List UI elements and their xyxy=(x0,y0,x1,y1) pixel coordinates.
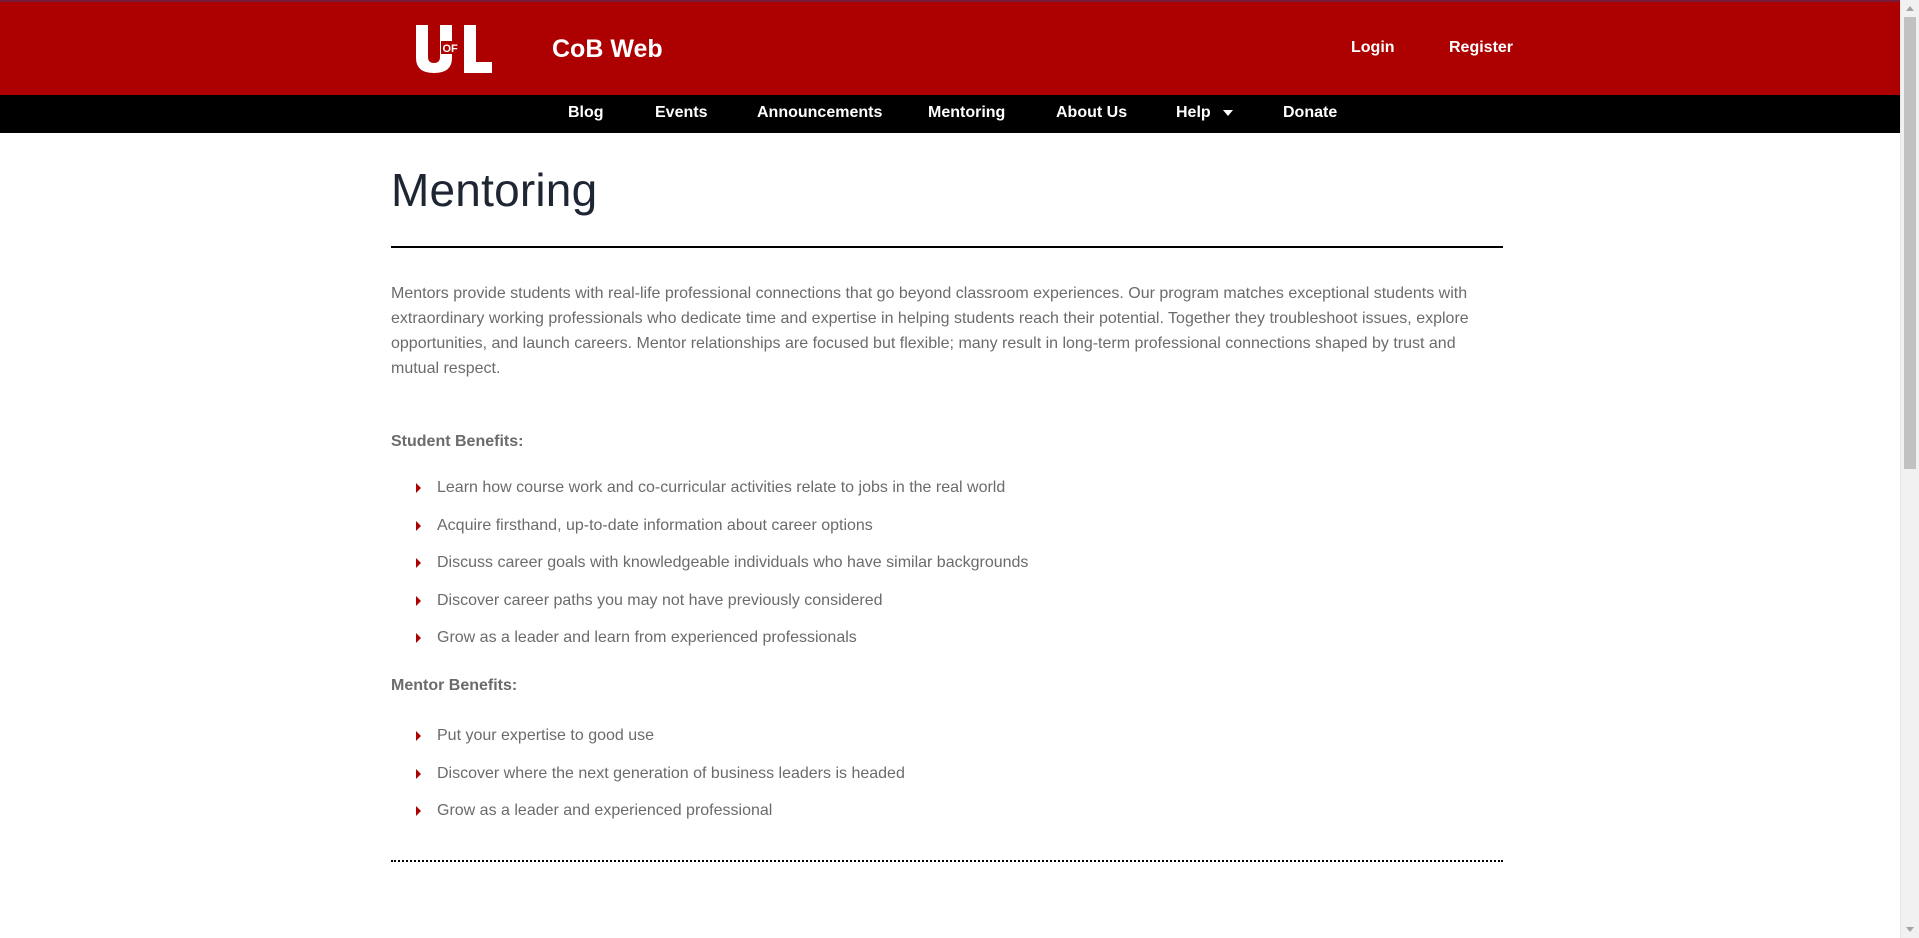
caret-right-icon xyxy=(416,731,421,741)
list-item: Acquire firsthand, up-to-date informatio… xyxy=(416,516,1416,554)
caret-down-icon xyxy=(1222,109,1233,116)
caret-right-icon xyxy=(416,520,421,531)
list-item-text: Grow as a leader and experienced profess… xyxy=(437,802,773,819)
site-header: OF CoB Web Login Register xyxy=(0,0,1900,95)
nav-item-blog[interactable]: Blog xyxy=(568,104,604,122)
caret-right-icon xyxy=(416,768,421,779)
mentor-benefits-list: Put your expertise to good use Discover … xyxy=(416,726,1416,839)
list-item: Grow as a leader and experienced profess… xyxy=(416,801,1416,839)
list-item-text: Discover where the next generation of bu… xyxy=(437,764,905,782)
caret-right-icon xyxy=(416,558,421,568)
scroll-up-arrow-icon[interactable] xyxy=(1906,6,1914,11)
intro-paragraph: Mentors provide students with real-life … xyxy=(391,285,1469,377)
vertical-scrollbar[interactable] xyxy=(1900,0,1919,938)
list-item-text: Learn how course work and co-curricular … xyxy=(437,479,1006,496)
list-item: Learn how course work and co-curricular … xyxy=(416,478,1416,516)
scroll-down-arrow-icon[interactable] xyxy=(1906,927,1914,932)
caret-right-icon xyxy=(416,483,421,493)
list-item: Discuss career goals with knowledgeable … xyxy=(416,553,1416,591)
nav-item-about-us[interactable]: About Us xyxy=(1056,104,1127,122)
student-benefits-list: Learn how course work and co-curricular … xyxy=(416,478,1416,666)
caret-right-icon xyxy=(416,633,421,643)
list-item-text: Grow as a leader and learn from experien… xyxy=(437,629,857,646)
nav-item-donate[interactable]: Donate xyxy=(1283,104,1337,122)
list-item: Grow as a leader and learn from experien… xyxy=(416,628,1416,666)
uofl-logo-icon: OF xyxy=(416,25,492,73)
svg-text:OF: OF xyxy=(443,43,459,55)
register-link[interactable]: Register xyxy=(1449,39,1513,57)
list-item-text: Acquire firsthand, up-to-date informatio… xyxy=(437,516,873,534)
section-divider xyxy=(391,860,1503,862)
page-title: Mentoring xyxy=(391,164,598,216)
login-link[interactable]: Login xyxy=(1351,39,1395,57)
student-benefits-heading: Student Benefits: xyxy=(391,433,524,450)
nav-item-announcements[interactable]: Announcements xyxy=(757,104,882,122)
nav-item-help-label: Help xyxy=(1176,104,1211,121)
nav-item-events[interactable]: Events xyxy=(655,104,707,122)
list-item: Discover career paths you may not have p… xyxy=(416,591,1416,629)
list-item-text: Put your expertise to good use xyxy=(437,727,655,744)
site-title[interactable]: CoB Web xyxy=(552,35,663,64)
list-item-text: Discuss career goals with knowledgeable … xyxy=(437,554,1029,571)
nav-item-help[interactable]: Help xyxy=(1176,104,1233,122)
scrollbar-thumb[interactable] xyxy=(1904,17,1916,469)
title-divider xyxy=(391,246,1503,248)
main-nav: Blog Events Announcements Mentoring Abou… xyxy=(0,95,1900,133)
nav-item-mentoring[interactable]: Mentoring xyxy=(928,104,1005,122)
caret-right-icon xyxy=(416,806,421,816)
mentor-benefits-heading: Mentor Benefits: xyxy=(391,677,518,694)
list-item: Discover where the next generation of bu… xyxy=(416,764,1416,802)
caret-right-icon xyxy=(416,595,421,606)
list-item: Put your expertise to good use xyxy=(416,726,1416,764)
browser-viewport: OF CoB Web Login Register Blog Events An… xyxy=(0,0,1900,938)
uofl-logo[interactable]: OF xyxy=(414,23,494,75)
list-item-text: Discover career paths you may not have p… xyxy=(437,591,883,609)
